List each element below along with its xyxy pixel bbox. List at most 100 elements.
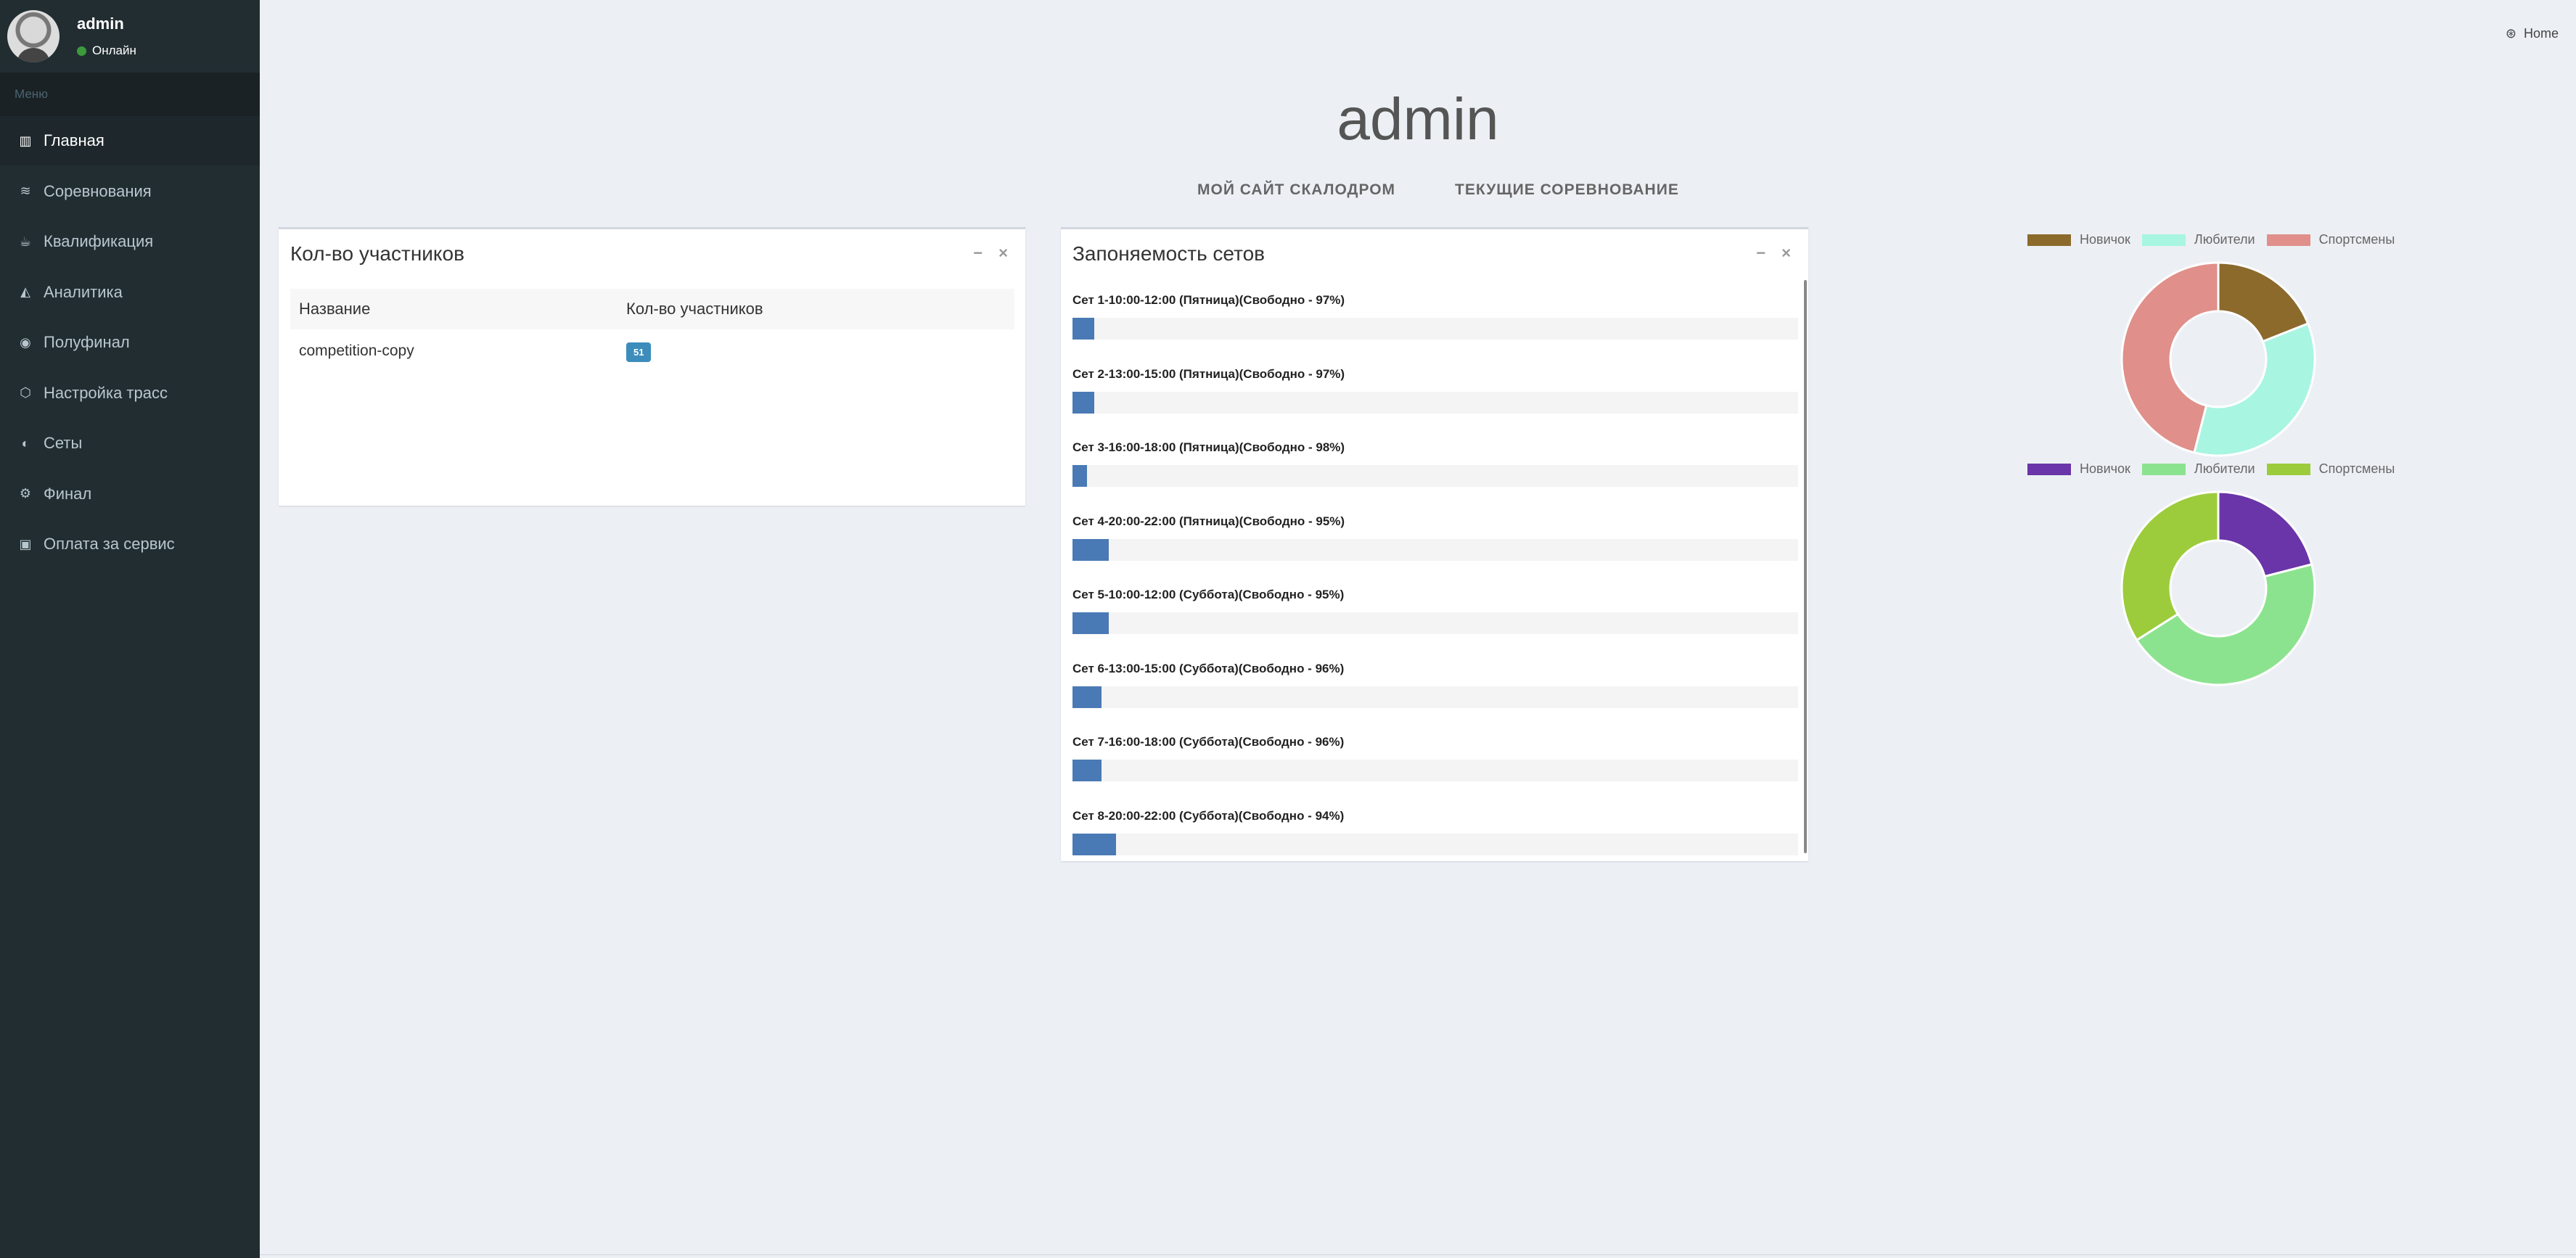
set-item: Сет 4-20:00-22:00 (Пятница)(Свободно - 9… bbox=[1072, 514, 1798, 561]
legend-label: Новичок bbox=[2080, 232, 2130, 247]
area-chart-icon: ◭ bbox=[20, 284, 30, 299]
sidebar-item-3[interactable]: ◭ Аналитика bbox=[0, 268, 260, 317]
sidebar-item-label: Сеты bbox=[44, 434, 83, 452]
count-badge: 51 bbox=[626, 342, 652, 362]
set-item: Сет 7-16:00-18:00 (Суббота)(Свободно - 9… bbox=[1072, 735, 1798, 781]
donut-chart bbox=[2120, 490, 2316, 686]
home-label: Home bbox=[2523, 26, 2559, 41]
home-link[interactable]: ⊛ Home bbox=[2506, 26, 2559, 41]
sidebar-item-6[interactable]: ◐ Сеты bbox=[0, 419, 260, 468]
column-header-count: Кол-во участников bbox=[626, 300, 763, 318]
progress-fill bbox=[1072, 686, 1102, 708]
progress-track bbox=[1072, 612, 1798, 634]
collapse-icon[interactable]: − bbox=[973, 244, 983, 263]
set-item: Сет 3-16:00-18:00 (Пятница)(Свободно - 9… bbox=[1072, 440, 1798, 487]
column-header-name: Название bbox=[299, 300, 371, 318]
money-icon: ▣ bbox=[19, 536, 32, 551]
sidebar-item-2[interactable]: ☕ Квалификация bbox=[0, 217, 260, 266]
legend-item[interactable]: Любители bbox=[2141, 461, 2255, 477]
table-row: competition-copy 51 bbox=[290, 329, 1014, 373]
competition-name: competition-copy bbox=[299, 342, 414, 359]
coffee-cup-icon: ☕ bbox=[19, 234, 32, 249]
legend-item[interactable]: Любители bbox=[2141, 232, 2255, 247]
progress-fill bbox=[1072, 612, 1109, 634]
gears-icon: ⚙ bbox=[19, 486, 32, 501]
set-item: Сет 2-13:00-15:00 (Пятница)(Свободно - 9… bbox=[1072, 367, 1798, 414]
scrollbar[interactable] bbox=[1804, 280, 1807, 853]
legend-swatch bbox=[2141, 234, 2186, 246]
sidebar-item-label: Квалификация bbox=[44, 232, 154, 250]
user-status-label: Онлайн bbox=[92, 44, 136, 57]
legend-item[interactable]: Спортсмены bbox=[2266, 232, 2395, 247]
donut-chart bbox=[2120, 261, 2316, 457]
sidebar-item-5[interactable]: ⬡ Настройка трасс bbox=[0, 369, 260, 418]
legend-label: Любители bbox=[2194, 232, 2255, 247]
compass-icon: ◉ bbox=[20, 334, 31, 350]
sidebar-item-0[interactable]: ▥ Главная bbox=[0, 116, 260, 165]
user-name: admin bbox=[77, 15, 124, 33]
legend-item[interactable]: Новичок bbox=[2027, 461, 2130, 477]
set-item: Сет 1-10:00-12:00 (Пятница)(Свободно - 9… bbox=[1072, 293, 1798, 340]
sidebar-item-4[interactable]: ◉ Полуфинал bbox=[0, 318, 260, 367]
pie-slice-1[interactable] bbox=[2193, 322, 2316, 457]
sets-box: Запоняемость сетов − × Сет 1-10:00-12:00… bbox=[1061, 227, 1808, 861]
progress-track bbox=[1072, 538, 1798, 561]
progress-fill bbox=[1072, 538, 1109, 561]
box-tools: − × bbox=[973, 244, 1008, 263]
set-label: Сет 1-10:00-12:00 (Пятница)(Свободно - 9… bbox=[1072, 293, 1345, 307]
pie-slice-2[interactable] bbox=[2120, 490, 2220, 642]
user-panel: admin Онлайн bbox=[0, 0, 260, 73]
participants-title: Кол-во участников bbox=[290, 242, 464, 265]
progress-fill bbox=[1072, 760, 1102, 781]
set-label: Сет 3-16:00-18:00 (Пятница)(Свободно - 9… bbox=[1072, 440, 1345, 454]
set-label: Сет 7-16:00-18:00 (Суббота)(Свободно - 9… bbox=[1072, 735, 1345, 749]
set-item: Сет 6-13:00-15:00 (Суббота)(Свободно - 9… bbox=[1072, 662, 1798, 708]
legend-swatch bbox=[2027, 463, 2071, 475]
rss-icon: ≋ bbox=[20, 184, 31, 198]
online-dot-icon bbox=[77, 46, 86, 56]
close-icon[interactable]: × bbox=[998, 244, 1008, 263]
progress-track bbox=[1072, 760, 1798, 781]
legend-label: Новичок bbox=[2080, 461, 2130, 476]
charts-area: Новичок Любители Спортсмены Новичок Любители… bbox=[1988, 232, 2409, 696]
progress-track bbox=[1072, 391, 1798, 414]
sidebar-item-8[interactable]: ▣ Оплата за сервис bbox=[0, 519, 260, 569]
set-item: Сет 8-20:00-22:00 (Суббота)(Свободно - 9… bbox=[1072, 809, 1798, 855]
user-status: Онлайн bbox=[77, 44, 136, 58]
box-tools: − × bbox=[1756, 244, 1791, 263]
set-label: Сет 8-20:00-22:00 (Суббота)(Свободно - 9… bbox=[1072, 808, 1345, 823]
table-header: Название Кол-во участников bbox=[290, 289, 1014, 329]
sidebar: admin Онлайн Меню ▥ Главная ≋ Соревнования ☕… bbox=[0, 0, 260, 1258]
legend-swatch bbox=[2027, 234, 2071, 246]
page-title: admin bbox=[1337, 86, 1499, 152]
sidebar-item-7[interactable]: ⚙ Финал bbox=[0, 469, 260, 519]
participants-box: Кол-во участников − × Название Кол-во уч… bbox=[279, 227, 1025, 506]
nav-my-site[interactable]: МОЙ САЙТ СКАЛОДРОМ bbox=[1197, 181, 1395, 199]
sidebar-item-label: Соревнования bbox=[44, 181, 152, 200]
dashboard-icon: ⊛ bbox=[2505, 26, 2516, 41]
nav-current-competition[interactable]: ТЕКУЩИЕ СОРЕВНОВАНИЕ bbox=[1455, 181, 1679, 199]
menu-header: Меню bbox=[0, 73, 260, 116]
top-nav: МОЙ САЙТ СКАЛОДРОМ ТЕКУЩИЕ СОРЕВНОВАНИЕ bbox=[1197, 181, 1679, 199]
legend-item[interactable]: Спортсмены bbox=[2266, 461, 2395, 477]
sidebar-item-label: Главная bbox=[44, 131, 104, 149]
close-icon[interactable]: × bbox=[1781, 244, 1791, 263]
progress-fill bbox=[1072, 833, 1116, 855]
sidebar-item-label: Оплата за сервис bbox=[44, 535, 175, 553]
footer-divider bbox=[260, 1254, 2576, 1255]
legend-swatch bbox=[2266, 463, 2310, 475]
set-label: Сет 5-10:00-12:00 (Суббота)(Свободно - 9… bbox=[1072, 588, 1345, 601]
legend-swatch bbox=[2266, 234, 2310, 246]
progress-track bbox=[1072, 686, 1798, 708]
progress-track bbox=[1072, 465, 1798, 487]
chart-legend: Новичок Любители Спортсмены bbox=[2027, 461, 2395, 477]
sidebar-item-1[interactable]: ≋ Соревнования bbox=[0, 167, 260, 216]
progress-fill bbox=[1072, 391, 1094, 414]
sidebar-item-label: Финал bbox=[44, 484, 92, 503]
legend-item[interactable]: Новичок bbox=[2027, 232, 2130, 247]
pie-slice-0[interactable] bbox=[2217, 490, 2313, 578]
sidebar-item-label: Аналитика bbox=[44, 282, 123, 301]
progress-fill bbox=[1072, 318, 1094, 340]
collapse-icon[interactable]: − bbox=[1756, 244, 1765, 263]
legend-label: Спортсмены bbox=[2318, 461, 2395, 476]
